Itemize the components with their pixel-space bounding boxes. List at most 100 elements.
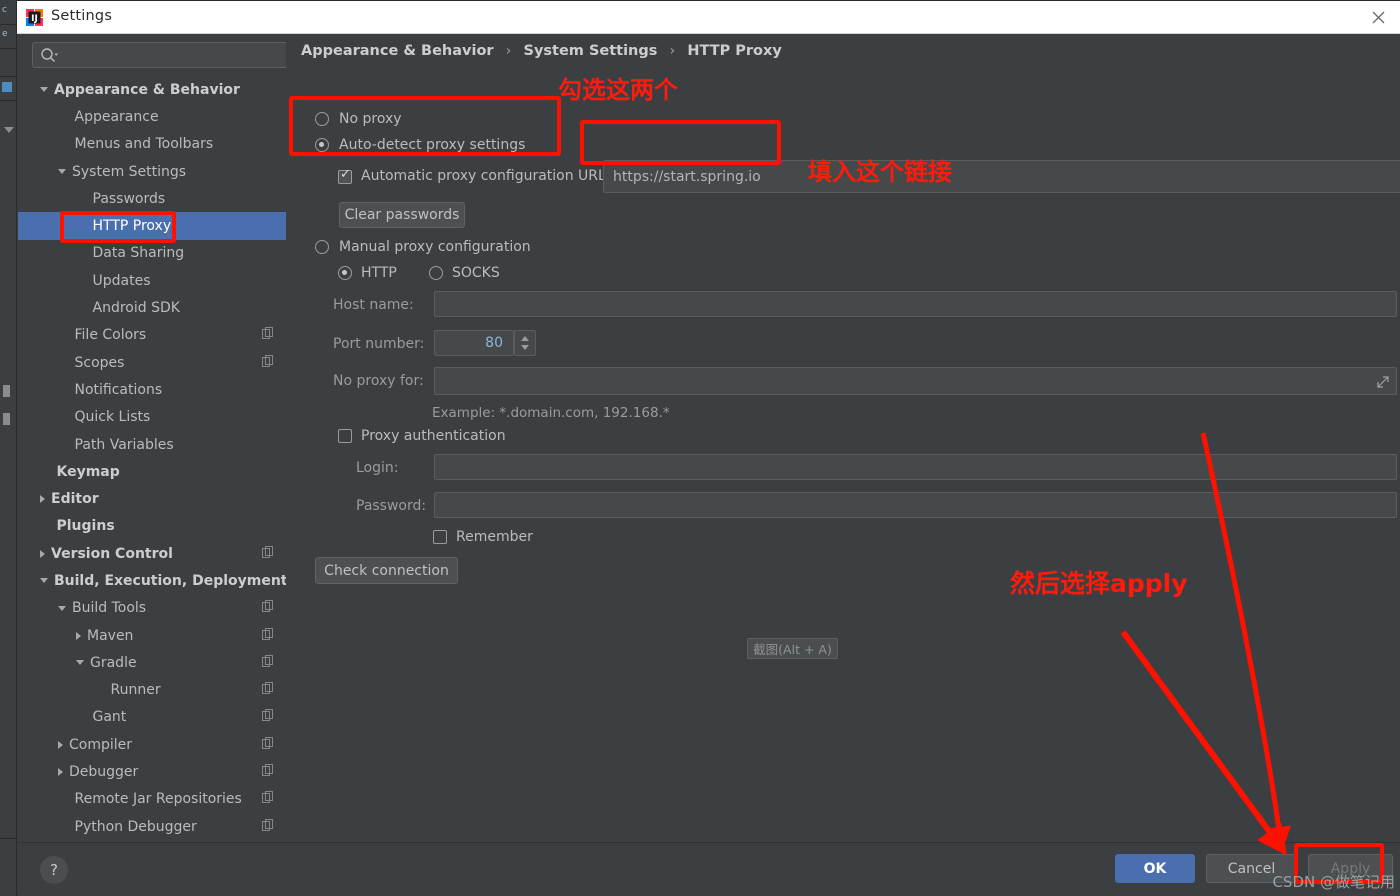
radio-http[interactable]	[338, 266, 352, 280]
search-field[interactable]	[32, 42, 292, 68]
copy-settings-icon[interactable]	[262, 764, 274, 780]
sidebar-item-label: Remote Jar Repositories	[74, 791, 242, 808]
sidebar-item-version-control[interactable]: Version Control	[18, 540, 286, 567]
sidebar-item-data-sharing[interactable]: Data Sharing	[18, 240, 286, 267]
sidebar-item-path-variables[interactable]: Path Variables	[18, 431, 286, 458]
sidebar-item-appearance[interactable]: Appearance	[18, 103, 286, 130]
radio-socks[interactable]	[429, 266, 443, 280]
search-icon	[41, 48, 58, 63]
settings-tree: Appearance & Behavior Appearance Menus and…	[18, 76, 286, 842]
sidebar-item-quick-lists[interactable]: Quick Lists	[18, 404, 286, 431]
sidebar-item-system-settings[interactable]: System Settings	[18, 158, 286, 185]
checkbox-proxy-authentication[interactable]	[338, 429, 352, 443]
port-number-input[interactable]: 80	[434, 330, 514, 356]
stepper-up-icon[interactable]	[521, 336, 529, 341]
annotation-text-1: 勾选这两个	[558, 76, 678, 104]
port-number-stepper[interactable]	[514, 330, 536, 356]
sidebar-item-build-tools[interactable]: Build Tools	[18, 595, 286, 622]
search-input[interactable]	[63, 43, 283, 67]
chevron-down-icon[interactable]	[76, 660, 84, 666]
sidebar-item-gradle[interactable]: Gradle	[18, 649, 286, 676]
sidebar-item-label: Appearance	[74, 108, 159, 125]
copy-settings-icon[interactable]	[262, 600, 274, 616]
copy-settings-icon[interactable]	[262, 682, 274, 698]
label-socks[interactable]: SOCKS	[452, 265, 500, 281]
sidebar-item-maven[interactable]: Maven	[18, 622, 286, 649]
cancel-label: Cancel	[1227, 860, 1276, 877]
sidebar-item-menus-and-toolbars[interactable]: Menus and Toolbars	[18, 131, 286, 158]
label-password: Password:	[356, 498, 427, 514]
stepper-down-icon[interactable]	[521, 345, 529, 350]
expand-icon[interactable]	[1376, 375, 1390, 389]
copy-settings-icon[interactable]	[262, 736, 274, 753]
label-auto-proxy-configuration-url: Automatic proxy configuration URL:	[361, 168, 611, 184]
sidebar-item-label: Keymap	[56, 463, 120, 480]
chevron-down-icon[interactable]	[58, 169, 66, 175]
sidebar-item-passwords[interactable]: Passwords	[18, 185, 286, 212]
sidebar-item-editor[interactable]: Editor	[18, 485, 286, 512]
sidebar-item-android-sdk[interactable]: Android SDK	[18, 294, 286, 321]
breadcrumb-part-2[interactable]: System Settings	[524, 43, 658, 59]
sidebar-item-appearance-behavior[interactable]: Appearance & Behavior	[18, 76, 286, 103]
clear-passwords-button[interactable]: Clear passwords	[339, 202, 465, 228]
ok-button[interactable]: OK	[1115, 854, 1195, 883]
label-manual-proxy-configuration[interactable]: Manual proxy configuration	[339, 239, 531, 255]
radio-manual-proxy-configuration[interactable]	[315, 240, 329, 254]
chevron-down-icon[interactable]	[40, 87, 48, 93]
sidebar-item-scopes[interactable]: Scopes	[18, 349, 286, 376]
sidebar-item-keymap[interactable]: Keymap	[18, 458, 286, 485]
copy-settings-icon[interactable]	[262, 545, 274, 562]
copy-settings-icon[interactable]	[262, 654, 274, 671]
host-name-input[interactable]	[434, 291, 1397, 317]
sidebar-item-label: Appearance & Behavior	[54, 81, 240, 98]
copy-settings-icon[interactable]	[262, 354, 274, 371]
help-button[interactable]: ?	[40, 856, 68, 884]
copy-settings-icon[interactable]	[262, 818, 274, 835]
copy-settings-icon[interactable]	[262, 791, 274, 807]
sidebar-item-runner[interactable]: Runner	[18, 677, 286, 704]
sidebar-item-build-execution-deployment[interactable]: Build, Execution, Deployment	[18, 567, 286, 594]
breadcrumb-part-1[interactable]: Appearance & Behavior	[301, 43, 494, 59]
screenshot-root: c e IJ Settings Appearance & Behavior Ap…	[0, 0, 1400, 896]
breadcrumb-part-3: HTTP Proxy	[687, 43, 782, 59]
close-glyph	[1372, 11, 1384, 24]
sidebar-item-compiler[interactable]: Compiler	[18, 731, 286, 758]
chevron-right-icon[interactable]	[58, 768, 63, 777]
sidebar-item-python-debugger[interactable]: Python Debugger	[18, 813, 286, 840]
chevron-right-icon[interactable]	[40, 549, 45, 558]
no-proxy-for-input[interactable]	[434, 367, 1397, 395]
chevron-down-icon[interactable]	[58, 605, 66, 611]
port-number-value: 80	[485, 335, 503, 351]
svg-text:IJ: IJ	[31, 14, 38, 24]
copy-settings-icon[interactable]	[262, 327, 274, 343]
chevron-down-icon[interactable]	[40, 578, 48, 584]
label-http[interactable]: HTTP	[361, 265, 397, 281]
sidebar-item-label: Debugger	[69, 764, 139, 781]
sidebar-item-label: Python Debugger	[74, 818, 197, 835]
sidebar-item-file-colors[interactable]: File Colors	[18, 322, 286, 349]
sidebar-item-gant[interactable]: Gant	[18, 704, 286, 731]
sidebar-item-remote-jar-repositories[interactable]: Remote Jar Repositories	[18, 786, 286, 813]
sidebar-item-updates[interactable]: Updates	[18, 267, 286, 294]
chevron-right-icon[interactable]	[76, 631, 81, 640]
auto-proxy-url-value: https://start.spring.io	[613, 168, 761, 185]
password-input[interactable]	[434, 492, 1397, 518]
sidebar-item-debugger[interactable]: Debugger	[18, 758, 286, 785]
sidebar-item-plugins[interactable]: Plugins	[18, 513, 286, 540]
checkbox-auto-proxy-configuration-url[interactable]	[338, 167, 352, 184]
background-icon	[2, 82, 12, 92]
copy-settings-icon[interactable]	[262, 627, 274, 644]
check-connection-button[interactable]: Check connection	[315, 557, 458, 584]
sidebar-item-label: System Settings	[72, 163, 187, 180]
checkbox-remember[interactable]	[433, 530, 447, 544]
chevron-right-icon[interactable]	[58, 740, 63, 749]
login-input[interactable]	[434, 454, 1397, 480]
breadcrumb: Appearance & Behavior › System Settings …	[301, 43, 782, 59]
sidebar-item-label: Build Tools	[72, 600, 147, 617]
close-icon[interactable]	[1355, 1, 1400, 34]
sidebar-item-label: Scopes	[74, 354, 125, 371]
chevron-right-icon[interactable]	[40, 495, 45, 504]
copy-settings-icon[interactable]	[262, 709, 274, 725]
sidebar-item-notifications[interactable]: Notifications	[18, 376, 286, 403]
sidebar-item-label: Menus and Toolbars	[74, 136, 214, 153]
